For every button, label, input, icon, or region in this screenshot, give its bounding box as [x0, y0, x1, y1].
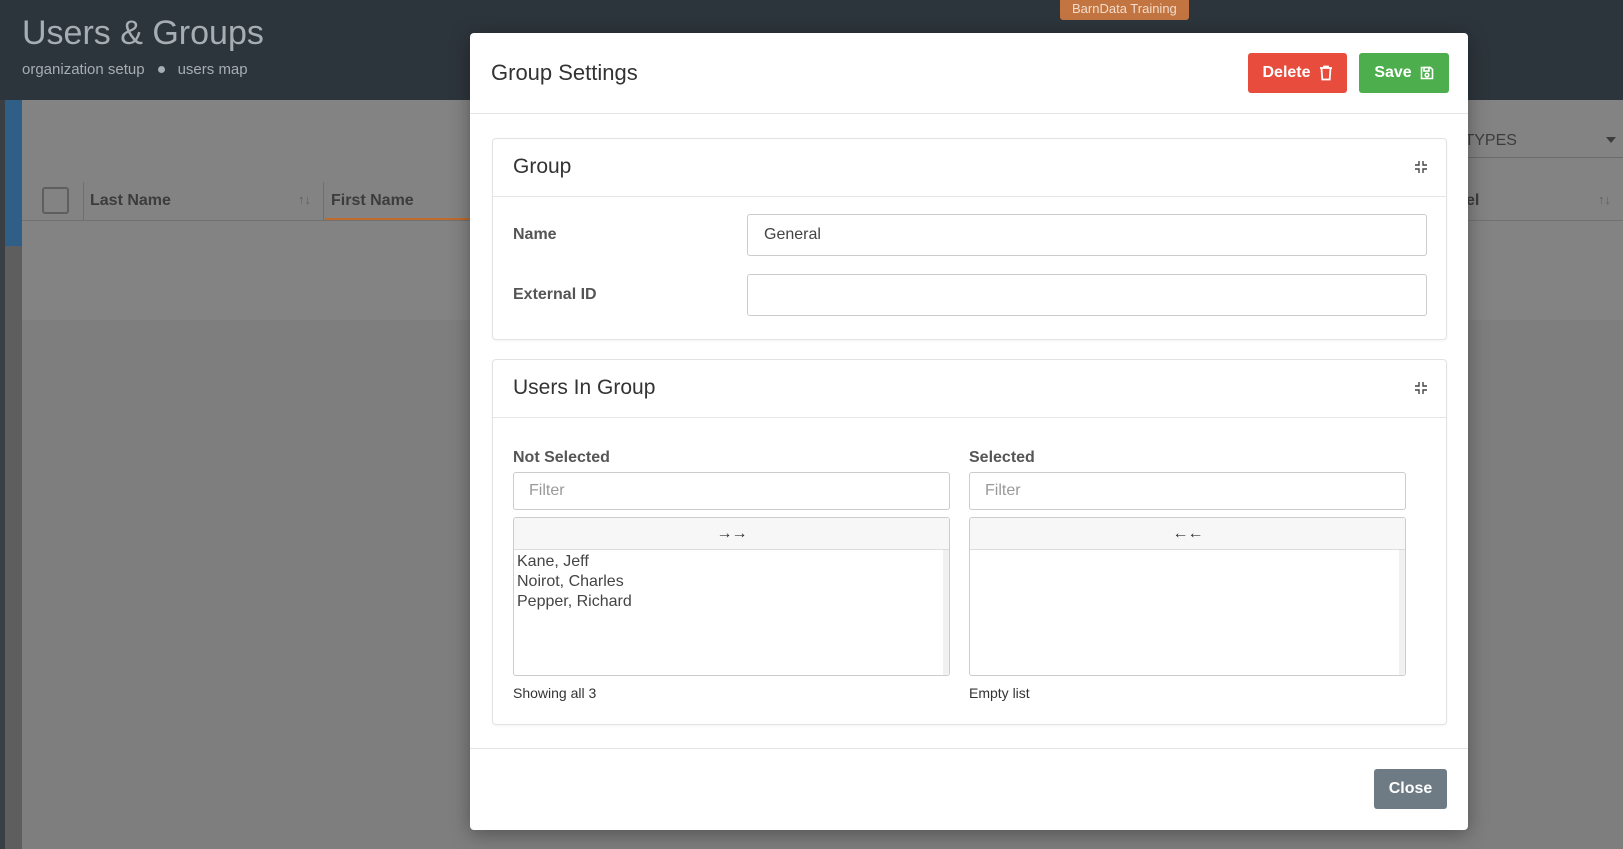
selected-count: Empty list [969, 685, 1030, 701]
left-gap [5, 246, 22, 849]
compress-icon[interactable] [1414, 381, 1428, 395]
selected-label: Selected [969, 449, 1035, 466]
external-id-label: External ID [513, 286, 597, 303]
selected-filter-input[interactable] [969, 472, 1406, 510]
selected-list: ←← [969, 517, 1406, 676]
name-label: Name [513, 226, 557, 243]
close-button[interactable]: Close [1374, 769, 1447, 809]
column-separator [83, 182, 84, 220]
left-accent [5, 100, 22, 246]
list-item[interactable]: Pepper, Richard [517, 592, 940, 612]
save-button-label: Save [1374, 64, 1412, 81]
save-button[interactable]: Save [1359, 53, 1449, 93]
group-card-header: Group [493, 139, 1446, 197]
column-header-first-name[interactable]: First Name [331, 192, 414, 210]
group-settings-modal: Group Settings Delete Save Group Name Ex… [470, 33, 1468, 830]
breadcrumb-separator [157, 66, 165, 73]
environment-badge: BarnData Training [1060, 0, 1189, 20]
modal-title: Group Settings [491, 60, 638, 85]
not-selected-label: Not Selected [513, 449, 610, 466]
not-selected-list: →→ Kane, Jeff Noirot, Charles Pepper, Ri… [513, 517, 950, 676]
floppy-disk-icon [1420, 66, 1433, 80]
move-all-left-button[interactable]: ←← [970, 518, 1405, 550]
group-name-input[interactable] [747, 214, 1427, 256]
page-title: Users & Groups [22, 14, 264, 52]
modal-header: Group Settings Delete Save [470, 33, 1468, 114]
delete-button[interactable]: Delete [1248, 53, 1347, 93]
delete-button-label: Delete [1262, 64, 1311, 81]
column-header-last-name[interactable]: Last Name [90, 192, 171, 210]
column-separator [323, 182, 324, 220]
list-item[interactable]: Kane, Jeff [517, 552, 940, 572]
not-selected-filter-input[interactable] [513, 472, 950, 510]
not-selected-items[interactable]: Kane, Jeff Noirot, Charles Pepper, Richa… [514, 550, 949, 675]
sort-icon[interactable]: ↑↓ [298, 192, 311, 207]
breadcrumb: organization setup users map [22, 61, 248, 78]
select-all-checkbox[interactable] [42, 187, 69, 214]
selected-items[interactable] [970, 550, 1405, 675]
group-card: Group Name External ID [492, 138, 1447, 340]
list-item[interactable]: Noirot, Charles [517, 572, 940, 592]
move-all-right-button[interactable]: →→ [514, 518, 949, 550]
users-card-header: Users In Group [493, 360, 1446, 418]
sort-icon[interactable]: ↑↓ [1598, 192, 1611, 207]
users-card-title: Users In Group [513, 376, 656, 399]
compress-icon[interactable] [1414, 160, 1428, 174]
not-selected-count: Showing all 3 [513, 685, 597, 701]
group-card-title: Group [513, 155, 572, 178]
breadcrumb-item[interactable]: organization setup [22, 61, 145, 78]
caret-down-icon [1606, 137, 1616, 143]
modal-footer-divider [470, 748, 1468, 749]
trash-icon [1319, 65, 1332, 81]
users-in-group-card: Users In Group Not Selected →→ Kane, Jef… [492, 359, 1447, 725]
breadcrumb-item[interactable]: users map [178, 61, 248, 78]
column-header-level[interactable]: el [1466, 192, 1479, 210]
external-id-input[interactable] [747, 274, 1427, 316]
